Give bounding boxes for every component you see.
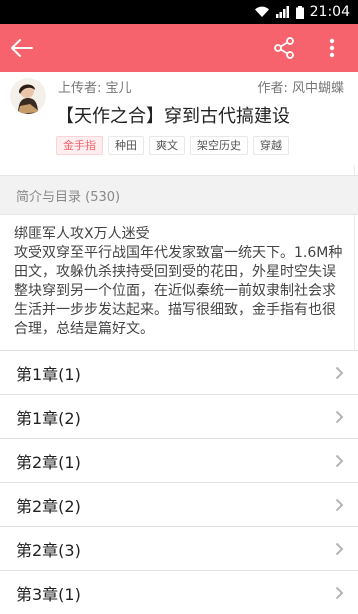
share-button[interactable] — [262, 24, 306, 72]
chapter-label: 第2章(2) — [16, 496, 81, 516]
chapter-item[interactable]: 第1章(1) — [0, 350, 358, 394]
tag-satisfying[interactable]: 爽文 — [149, 136, 185, 155]
chapter-item[interactable]: 第2章(1) — [0, 438, 358, 482]
author-label[interactable]: 作者: 风中蝴蝶 — [257, 77, 344, 96]
chapter-label: 第2章(3) — [16, 540, 81, 560]
tag-list: 金手指 种田 爽文 架空历史 穿越 — [56, 136, 289, 155]
book-title: 【天作之合】穿到古代搞建设 — [56, 106, 290, 127]
battery-icon — [295, 5, 304, 19]
app-bar — [0, 24, 358, 72]
chevron-right-icon — [335, 454, 344, 468]
chapter-label: 第2章(1) — [16, 452, 81, 472]
chapter-item[interactable]: 第1章(2) — [0, 394, 358, 438]
uploader-label[interactable]: 上传者: 宝儿 — [58, 77, 132, 96]
tag-farming[interactable]: 种田 — [108, 136, 144, 155]
chapter-list: 第1章(1) 第1章(2) 第2章(1) 第2章(2) 第2章(3) 第3章(1… — [0, 350, 358, 614]
more-options-button[interactable] — [312, 24, 352, 72]
back-button[interactable] — [0, 24, 44, 72]
chevron-right-icon — [335, 586, 344, 600]
tag-alt-history[interactable]: 架空历史 — [190, 136, 248, 155]
section-label: 简介与目录 (530) — [16, 189, 121, 205]
tag-time-travel[interactable]: 穿越 — [253, 136, 289, 155]
more-vert-icon — [329, 38, 335, 58]
tag-golden-finger[interactable]: 金手指 — [56, 136, 103, 155]
book-header: 上传者: 宝儿 作者: 风中蝴蝶 【天作之合】穿到古代搞建设 金手指 种田 爽文… — [0, 72, 358, 165]
section-header: 简介与目录 (530) — [0, 175, 358, 215]
chevron-right-icon — [335, 366, 344, 380]
chevron-right-icon — [335, 542, 344, 556]
wifi-icon — [254, 6, 270, 18]
uploader-avatar[interactable] — [10, 78, 46, 114]
chevron-right-icon — [335, 498, 344, 512]
status-time: 21:04 — [309, 4, 350, 20]
signal-icon — [275, 6, 290, 18]
share-icon — [274, 37, 294, 59]
chevron-right-icon — [335, 410, 344, 424]
description-body: 攻受双穿至平行战国年代发家致富一统天下。1.6M种田文，攻躲仇杀挟持受回到受的花… — [14, 245, 343, 337]
chapter-item[interactable]: 第2章(3) — [0, 526, 358, 570]
description-first-line: 绑匪军人攻X万人迷受 — [14, 226, 150, 242]
book-description: 绑匪军人攻X万人迷受 攻受双穿至平行战国年代发家致富一统天下。1.6M种田文，攻… — [14, 225, 348, 339]
chapter-label: 第3章(1) — [16, 584, 81, 604]
chapter-item[interactable]: 第2章(2) — [0, 482, 358, 526]
chapter-label: 第1章(2) — [16, 408, 81, 428]
back-arrow-icon — [11, 39, 33, 57]
status-bar: 21:04 — [0, 0, 358, 24]
chapter-label: 第1章(1) — [16, 364, 81, 384]
chapter-item[interactable]: 第3章(1) — [0, 570, 358, 614]
